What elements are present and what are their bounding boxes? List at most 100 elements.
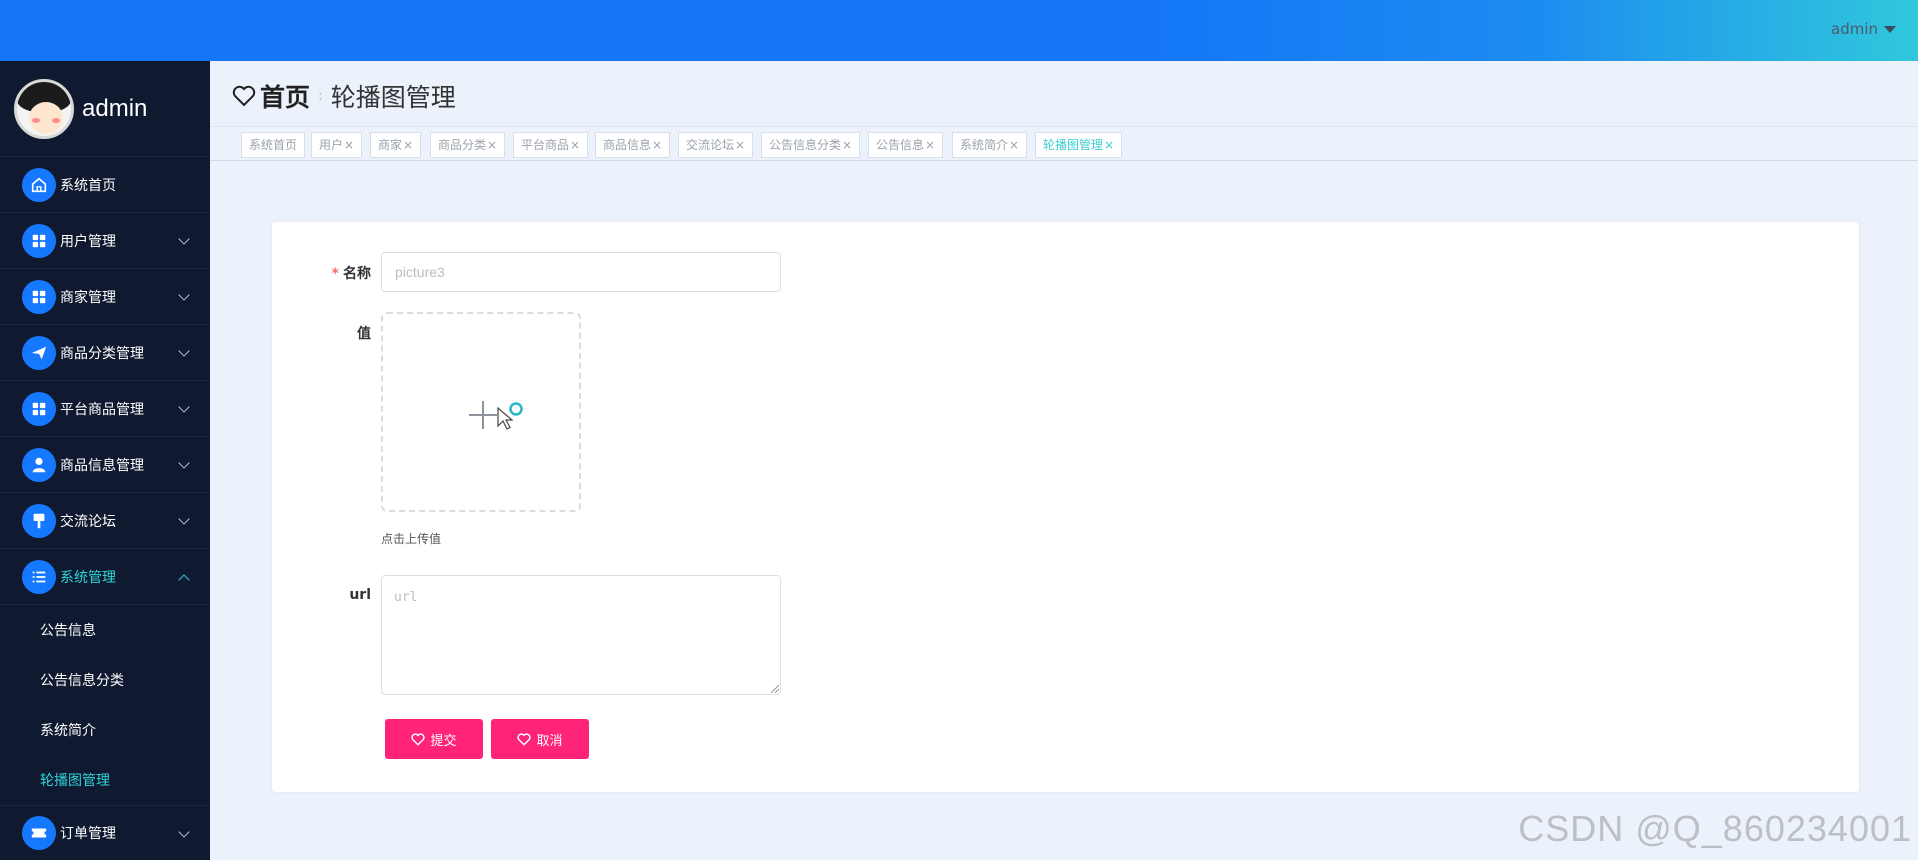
breadcrumb-home-label: 首页 (260, 83, 311, 112)
profile-name: admin (82, 94, 148, 122)
resize-handle[interactable] (771, 685, 781, 695)
tag-notice-categories[interactable]: 公告信息分类× (761, 132, 861, 158)
tag-label: 商品分类 (438, 138, 487, 152)
tag-categories[interactable]: 商品分类× (430, 132, 506, 158)
cancel-button[interactable]: 取消 (491, 719, 589, 759)
tag-label: 商品信息 (603, 138, 652, 152)
sidebar-item-home[interactable]: 系统首页 (0, 157, 210, 213)
tag-label: 公告信息 (876, 138, 925, 152)
chevron-down-icon (178, 401, 190, 413)
chevron-down-icon (178, 826, 190, 838)
username-label: admin (1831, 20, 1878, 38)
tag-label: 公告信息分类 (769, 138, 842, 152)
tag-merchants[interactable]: 商家× (370, 132, 422, 158)
list-icon (22, 559, 56, 594)
tag-users[interactable]: 用户× (311, 132, 363, 158)
sidebar-item-merchants[interactable]: 商家管理 (0, 269, 210, 325)
avatar (14, 78, 74, 139)
name-label-text: 名称 (343, 266, 371, 282)
sidebar-item-product-info[interactable]: 商品信息管理 (0, 437, 210, 493)
close-icon[interactable]: × (1104, 138, 1114, 152)
heart-icon (517, 732, 532, 746)
sidebar-subitem-system-intro[interactable]: 系统简介 (0, 705, 210, 755)
sidebar-item-label: 商品信息管理 (60, 457, 144, 474)
sidebar-item-label: 订单管理 (60, 826, 116, 842)
submit-label: 提交 (430, 733, 457, 749)
tag-label: 商家 (378, 138, 403, 152)
tag-home[interactable]: 系统首页 (241, 132, 306, 158)
chevron-down-icon (178, 233, 190, 245)
tag-label: 用户 (319, 138, 344, 152)
tag-label: 系统简介 (960, 138, 1009, 152)
tag-notices[interactable]: 公告信息× (868, 132, 944, 158)
breadcrumb-separator: : (318, 88, 323, 104)
sidebar-item-categories[interactable]: 商品分类管理 (0, 325, 210, 381)
sidebar-item-forum[interactable]: 交流论坛 (0, 493, 210, 549)
breadcrumb-home[interactable]: 首页 (232, 78, 310, 114)
chevron-down-icon (178, 457, 190, 469)
tag-product-info[interactable]: 商品信息× (595, 132, 671, 158)
upload-tip: 点击上传值 (381, 532, 442, 546)
close-icon[interactable]: × (1009, 138, 1019, 152)
watermark: CSDN @Q_860234001 (1518, 808, 1912, 849)
profile: admin (0, 61, 210, 157)
required-mark: * (331, 266, 339, 282)
sidebar-item-orders[interactable]: 订单管理 (0, 805, 210, 860)
cancel-label: 取消 (536, 733, 563, 749)
tag-forum[interactable]: 交流论坛× (678, 132, 754, 158)
top-header: admin (0, 0, 1918, 61)
sidebar-item-label: 系统首页 (60, 177, 116, 194)
home-icon (22, 167, 56, 202)
close-icon[interactable]: × (652, 138, 662, 152)
chevron-down-icon (178, 513, 190, 525)
close-icon[interactable]: × (842, 138, 852, 152)
sidebar-item-label: 商品分类管理 (60, 345, 144, 362)
sidebar-item-label: 系统管理 (60, 569, 116, 586)
close-icon[interactable]: × (570, 138, 580, 152)
sidebar-item-users[interactable]: 用户管理 (0, 213, 210, 269)
tag-label: 系统首页 (249, 138, 298, 152)
value-label: 值 (357, 326, 371, 342)
brush-icon (22, 503, 56, 538)
heart-icon (411, 732, 426, 746)
sidebar-subitem-carousel[interactable]: 轮播图管理 (0, 755, 210, 805)
grid-icon (22, 391, 56, 426)
heart-icon (232, 85, 256, 107)
tag-label: 轮播图管理 (1043, 138, 1104, 152)
breadcrumb: 首页 : 轮播图管理 (232, 78, 456, 114)
ticket-icon (22, 816, 56, 850)
sidebar-subitem-notice-categories[interactable]: 公告信息分类 (0, 655, 210, 705)
url-label: url (349, 587, 371, 603)
name-label: * 名称 (271, 263, 371, 283)
image-upload[interactable] (381, 312, 581, 512)
submit-button[interactable]: 提交 (385, 719, 483, 759)
caret-down-icon (1884, 25, 1896, 33)
grid-icon (22, 223, 56, 258)
close-icon[interactable]: × (403, 138, 413, 152)
close-icon[interactable]: × (344, 138, 354, 152)
sidebar-item-label: 平台商品管理 (60, 401, 144, 418)
cursor-busy-icon (497, 402, 523, 430)
sidebar-item-label: 交流论坛 (60, 513, 116, 530)
grid-icon (22, 279, 56, 314)
tag-label: 平台商品 (521, 138, 570, 152)
sidebar-item-platform-products[interactable]: 平台商品管理 (0, 381, 210, 437)
sidebar: admin 系统首页 用户管理 商家管理 商品分类管理 平台商品管理 商品信息管… (0, 61, 210, 860)
close-icon[interactable]: × (487, 138, 497, 152)
tag-label: 交流论坛 (686, 138, 735, 152)
tag-carousel[interactable]: 轮播图管理× (1035, 132, 1123, 158)
chevron-down-icon (178, 289, 190, 301)
chevron-down-icon (178, 345, 190, 357)
tags-view: 系统首页 用户× 商家× 商品分类× 平台商品× 商品信息× 交流论坛× 公告信… (210, 126, 1918, 161)
sidebar-item-label: 商家管理 (60, 289, 116, 306)
send-icon (22, 335, 56, 370)
tag-system-intro[interactable]: 系统简介× (952, 132, 1028, 158)
sidebar-item-system[interactable]: 系统管理 (0, 549, 210, 605)
sidebar-subitem-notices[interactable]: 公告信息 (0, 605, 210, 655)
close-icon[interactable]: × (925, 138, 935, 152)
user-menu[interactable]: admin (1831, 20, 1896, 38)
tag-platform-products[interactable]: 平台商品× (513, 132, 589, 158)
close-icon[interactable]: × (735, 138, 745, 152)
name-input[interactable]: picture3 (381, 252, 781, 292)
url-textarea[interactable]: url (381, 575, 781, 695)
